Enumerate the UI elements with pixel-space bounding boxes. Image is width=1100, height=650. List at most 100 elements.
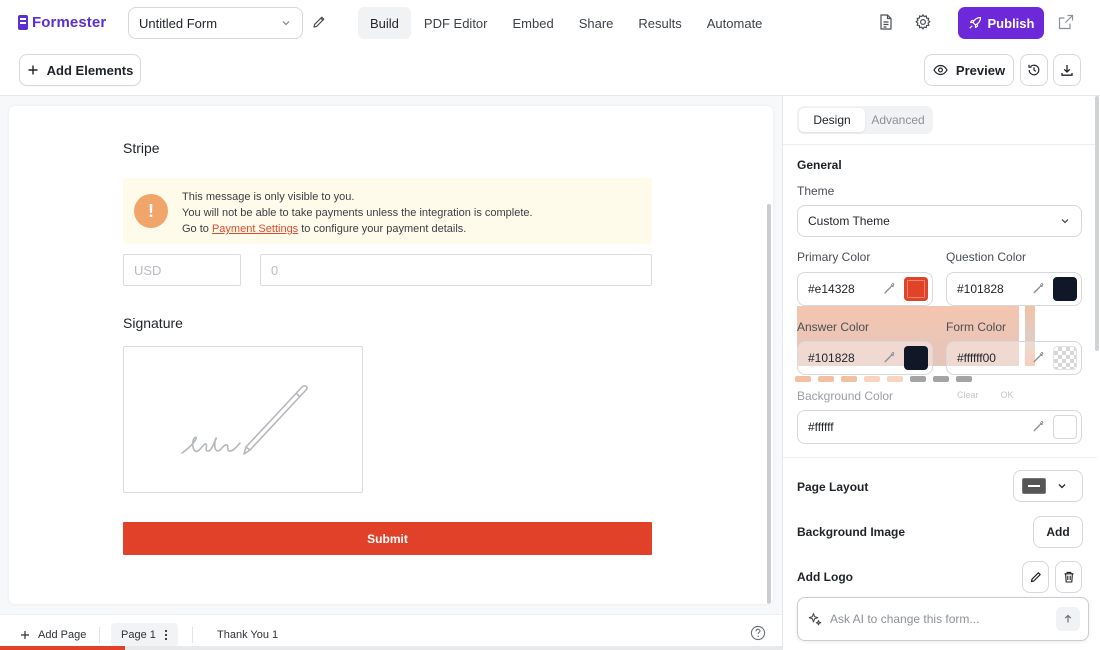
answer-color-value: #101828 bbox=[808, 351, 855, 365]
download-button[interactable] bbox=[1053, 54, 1081, 86]
payment-settings-link[interactable]: Payment Settings bbox=[212, 223, 298, 235]
color-picker-footer: Clear OK bbox=[957, 390, 1014, 400]
ai-send-button[interactable] bbox=[1056, 607, 1080, 631]
signature-title: Signature bbox=[123, 315, 183, 331]
ai-prompt-box bbox=[797, 597, 1089, 641]
preview-button[interactable]: Preview bbox=[924, 54, 1014, 86]
question-color-label: Question Color bbox=[946, 250, 1027, 264]
pencil-icon[interactable] bbox=[311, 14, 327, 30]
notice-text: This message is only visible to you. You… bbox=[182, 189, 533, 237]
submit-button[interactable]: Submit bbox=[123, 522, 652, 555]
add-page-button[interactable]: Add Page bbox=[20, 623, 86, 647]
eyedropper-icon[interactable] bbox=[882, 351, 896, 365]
background-color-field[interactable]: #ffffff bbox=[797, 410, 1082, 444]
answer-color-field[interactable]: #101828 bbox=[797, 341, 933, 375]
eyedropper-icon[interactable] bbox=[882, 282, 896, 296]
primary-color-label: Primary Color bbox=[797, 250, 871, 264]
publish-button[interactable]: Publish bbox=[958, 7, 1044, 39]
question-color-field[interactable]: #101828 bbox=[946, 272, 1082, 306]
tab-advanced[interactable]: Advanced bbox=[865, 108, 931, 132]
sparkle-icon bbox=[808, 612, 822, 626]
formester-logo-icon bbox=[18, 15, 28, 30]
theme-select[interactable]: Custom Theme bbox=[797, 205, 1082, 237]
brand[interactable]: Formester bbox=[18, 14, 106, 31]
page-layout-label: Page Layout bbox=[797, 480, 869, 494]
background-color-swatch[interactable] bbox=[1053, 415, 1077, 439]
currency-input[interactable]: USD bbox=[123, 254, 241, 286]
ai-prompt-input[interactable] bbox=[830, 612, 1056, 626]
theme-value: Custom Theme bbox=[808, 214, 890, 228]
add-elements-button[interactable]: Add Elements bbox=[19, 54, 141, 86]
answer-color-label: Answer Color bbox=[797, 320, 870, 334]
chevron-down-icon bbox=[1058, 484, 1066, 489]
form-name: Untitled Form bbox=[139, 15, 218, 31]
notice-line-2: You will not be able to take payments un… bbox=[182, 207, 533, 219]
page-layout-select[interactable] bbox=[1013, 470, 1083, 502]
pencil-icon bbox=[1030, 572, 1041, 583]
background-color-value: #ffffff bbox=[808, 420, 834, 434]
nav-pdf-editor[interactable]: PDF Editor bbox=[412, 7, 500, 39]
eyedropper-icon[interactable] bbox=[1031, 351, 1045, 365]
primary-color-swatch[interactable] bbox=[904, 277, 928, 301]
amount-input[interactable]: 0 bbox=[260, 254, 652, 286]
nav-embed[interactable]: Embed bbox=[501, 7, 566, 39]
eyedropper-icon[interactable] bbox=[1031, 282, 1045, 296]
delete-logo-button[interactable] bbox=[1055, 561, 1082, 593]
nav-results[interactable]: Results bbox=[626, 7, 693, 39]
gear-icon[interactable] bbox=[914, 13, 932, 31]
signature-pad[interactable] bbox=[123, 346, 363, 493]
kebab-menu-icon[interactable] bbox=[164, 629, 168, 641]
eye-icon bbox=[933, 64, 948, 76]
add-background-image-button[interactable]: Add bbox=[1033, 516, 1083, 548]
page-separator bbox=[99, 627, 100, 643]
stripe-notice: ! This message is only visible to you. Y… bbox=[123, 178, 652, 244]
theme-label: Theme bbox=[797, 184, 835, 198]
download-icon bbox=[1061, 65, 1073, 76]
add-elements-label: Add Elements bbox=[46, 62, 134, 78]
form-color-value: #ffffff00 bbox=[957, 351, 996, 365]
answer-color-swatch[interactable] bbox=[904, 346, 928, 370]
form-color-swatch[interactable] bbox=[1053, 346, 1077, 370]
plus-icon bbox=[28, 65, 38, 75]
add-logo-label: Add Logo bbox=[797, 570, 853, 584]
progress-fill bbox=[0, 646, 126, 650]
color-picker-presets bbox=[795, 376, 972, 382]
form-name-select[interactable]: Untitled Form bbox=[128, 7, 303, 39]
general-heading: General bbox=[797, 158, 842, 172]
trash-icon bbox=[1064, 571, 1073, 583]
history-icon bbox=[1028, 64, 1040, 76]
question-color-swatch[interactable] bbox=[1053, 277, 1077, 301]
eyedropper-icon[interactable] bbox=[1031, 420, 1045, 434]
picker-clear: Clear bbox=[957, 390, 979, 400]
arrow-up-icon bbox=[1064, 614, 1072, 623]
top-bar: Formester Untitled Form Build PDF Editor… bbox=[0, 0, 1100, 46]
brand-name: Formester bbox=[32, 14, 107, 31]
form-color-field[interactable]: #ffffff00 bbox=[946, 341, 1082, 375]
nav-automate[interactable]: Automate bbox=[695, 7, 775, 39]
notice-line-3: Go to Payment Settings to configure your… bbox=[182, 221, 533, 237]
canvas-scrollbar[interactable] bbox=[767, 204, 771, 604]
page-tab-1[interactable]: Page 1 bbox=[111, 623, 178, 647]
primary-color-field[interactable]: #e14328 bbox=[797, 272, 933, 306]
background-image-label: Background Image bbox=[797, 525, 906, 539]
edit-logo-button[interactable] bbox=[1022, 561, 1049, 593]
nav-build[interactable]: Build bbox=[358, 7, 411, 39]
help-icon[interactable] bbox=[750, 625, 766, 641]
primary-color-value: #e14328 bbox=[808, 282, 855, 296]
external-link-icon[interactable] bbox=[1057, 13, 1075, 31]
chevron-down-icon bbox=[282, 21, 290, 26]
divider bbox=[783, 144, 1097, 145]
divider bbox=[783, 457, 1097, 458]
form-canvas-area: Stripe ! This message is only visible to… bbox=[0, 96, 782, 614]
panel-tabs: Design Advanced bbox=[797, 106, 933, 134]
thank-you-page-tab[interactable]: Thank You 1 bbox=[217, 623, 278, 647]
document-icon[interactable] bbox=[877, 13, 895, 31]
history-button[interactable] bbox=[1020, 54, 1048, 86]
background-color-label: Background Color bbox=[797, 389, 894, 403]
panel-scrollbar[interactable] bbox=[1095, 96, 1099, 351]
warning-icon: ! bbox=[134, 194, 168, 228]
tab-design[interactable]: Design bbox=[799, 108, 865, 132]
nav-share[interactable]: Share bbox=[567, 7, 626, 39]
form-color-label: Form Color bbox=[946, 320, 1007, 334]
layout-thumbnail-icon bbox=[1022, 478, 1046, 494]
